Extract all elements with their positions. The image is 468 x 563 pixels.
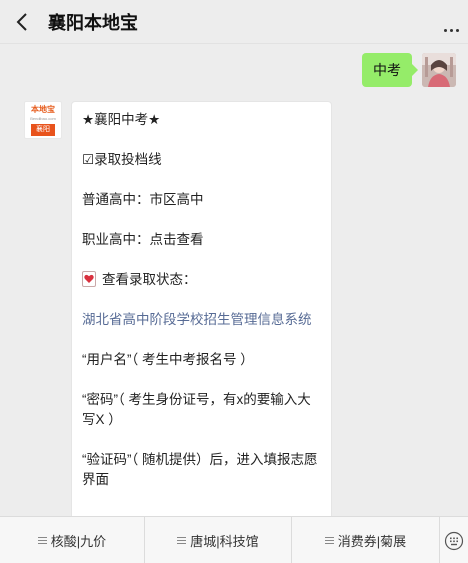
more-button[interactable]: [440, 12, 462, 32]
bot-avatar[interactable]: 本地宝 Bendibao.com 襄阳: [24, 101, 62, 139]
outgoing-message-text: 中考: [373, 62, 401, 78]
check-status-text: 查看录取状态：: [102, 272, 197, 287]
bottom-menu: 核酸|九价 唐城|科技馆 消费券|菊展: [0, 516, 468, 563]
user-avatar-image: [422, 53, 456, 87]
keyboard-toggle-button[interactable]: [440, 517, 468, 563]
menu-item-label: 核酸|九价: [50, 534, 107, 549]
username-instruction: “用户名”（ 考生中考报名号 ）: [82, 352, 254, 367]
admission-line-item: ☑录取投档线: [82, 152, 162, 167]
menu-item-nucleic-hpv[interactable]: 核酸|九价: [0, 517, 145, 563]
menu-icon: [37, 537, 47, 544]
menu-item-label: 消费券|菊展: [337, 534, 407, 549]
user-avatar[interactable]: [422, 53, 456, 87]
chevron-left-icon: [16, 12, 27, 31]
menu-item-tangcheng-science[interactable]: 唐城|科技馆: [145, 517, 292, 563]
chat-title: 襄阳本地宝: [48, 12, 138, 33]
system-link[interactable]: 湖北省高中阶段学校招生管理信息系统: [82, 310, 321, 330]
check-status-line: 查看录取状态：: [82, 270, 321, 290]
general-high-school-item[interactable]: 普通高中：市区高中: [82, 190, 321, 210]
menu-item-label: 唐城|科技馆: [190, 534, 259, 549]
keyboard-icon: [444, 531, 464, 550]
bot-avatar-city: 襄阳: [31, 124, 55, 136]
more-icon: [443, 29, 447, 32]
back-button[interactable]: [0, 0, 44, 44]
vocational-high-school-item[interactable]: 职业高中：点击查看: [82, 230, 321, 250]
password-instruction: “密码”（ 考生身份证号，有x的要输入大写X ）: [82, 392, 311, 427]
menu-icon: [324, 537, 334, 544]
heart-letter-icon: [82, 271, 96, 287]
bot-avatar-brand: 本地宝: [31, 105, 55, 114]
menu-item-coupon-chrysanthemum[interactable]: 消费券|菊展: [292, 517, 440, 563]
menu-icon: [177, 537, 187, 544]
message-list[interactable]: 中考 本地宝 Bendibao.com 襄阳 ★襄阳中考★ ☑录取投档线 普通高…: [0, 45, 468, 521]
bot-avatar-subtitle: Bendibao.com: [30, 116, 56, 121]
incoming-message[interactable]: ★襄阳中考★ ☑录取投档线 普通高中：市区高中 职业高中：点击查看 查看录取状态…: [71, 101, 332, 521]
chat-header: 襄阳本地宝: [0, 0, 468, 44]
captcha-instruction: “验证码”（ 随机提供）后，进入填报志愿界面: [82, 452, 318, 487]
outgoing-message[interactable]: 中考: [362, 53, 418, 87]
message-title: ★襄阳中考★: [82, 112, 161, 127]
